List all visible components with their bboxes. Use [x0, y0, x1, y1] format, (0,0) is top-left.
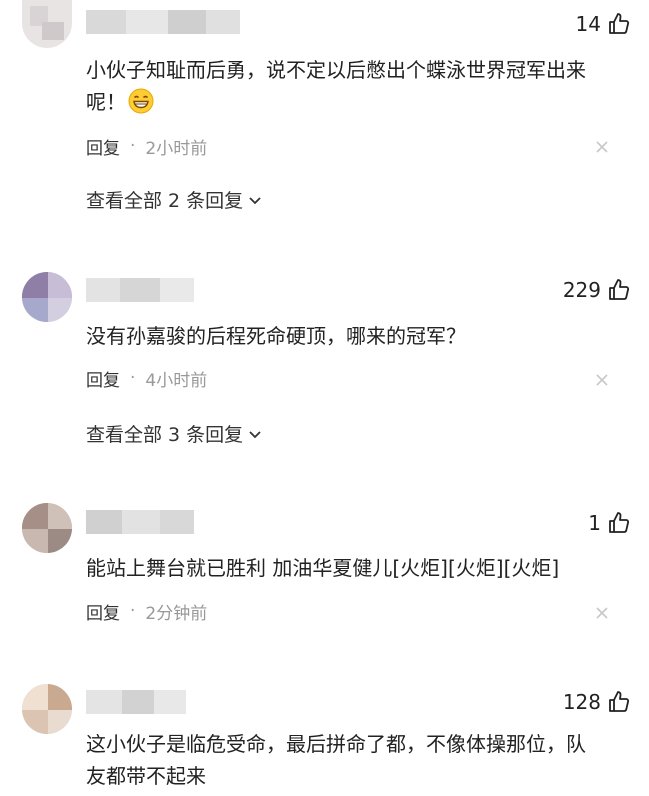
comment-text: 能站上舞台就已胜利 加油华夏健儿[火炬][火炬][火炬]: [86, 552, 626, 584]
comment-text: 没有孙嘉骏的后程死命硬顶，哪来的冠军？: [86, 320, 626, 352]
username[interactable]: [86, 510, 194, 534]
view-replies-label: 查看全部 3 条回复: [86, 424, 244, 446]
comment-actions: 回复 · 4小时前: [86, 366, 208, 391]
view-replies-label: 查看全部 2 条回复: [86, 190, 244, 212]
comment-text-line: 没有孙嘉骏的后程死命硬顶，哪来的冠军？: [86, 324, 466, 348]
close-icon[interactable]: [595, 373, 609, 387]
like-count: 1: [588, 511, 601, 535]
grinning-face-icon: [128, 88, 154, 114]
comment-text-line: 能站上舞台就已胜利 加油华夏健儿[火炬][火炬][火炬]: [86, 556, 560, 580]
thumbs-up-icon: [609, 279, 630, 300]
avatar[interactable]: [22, 0, 72, 48]
comment-actions: 回复 · 2小时前: [86, 134, 208, 159]
like-button[interactable]: 229: [563, 276, 631, 304]
close-icon[interactable]: [595, 606, 609, 620]
like-count: 128: [562, 690, 601, 714]
timestamp: 2小时前: [145, 138, 208, 159]
avatar[interactable]: [22, 684, 72, 734]
view-replies-button[interactable]: 查看全部 2 条回复: [86, 186, 263, 213]
separator-dot: ·: [130, 601, 136, 621]
comment-text-line: 小伙子知耻而后勇，说不定以后憋出个蝶泳世界冠军出来: [86, 58, 586, 82]
timestamp: 4小时前: [145, 370, 208, 391]
comment-text: 这小伙子是临危受命，最后拼命了都，不像体操那位，队 友都带不起来: [86, 728, 626, 792]
comment-text-line: 友都带不起来: [86, 764, 206, 788]
username[interactable]: [86, 690, 186, 714]
username[interactable]: [86, 278, 194, 302]
like-button[interactable]: 128: [563, 688, 631, 716]
reply-button[interactable]: 回复: [86, 366, 120, 391]
like-button[interactable]: 14: [576, 10, 631, 38]
like-button[interactable]: 1: [588, 509, 631, 537]
avatar[interactable]: [22, 503, 72, 553]
comment-actions: 回复 · 2分钟前: [86, 599, 208, 624]
reply-button[interactable]: 回复: [86, 134, 120, 159]
thumbs-up-icon: [609, 13, 630, 34]
like-count: 229: [562, 278, 601, 302]
chevron-down-icon: [249, 196, 261, 204]
comment-text-line: 这小伙子是临危受命，最后拼命了都，不像体操那位，队: [86, 732, 586, 756]
timestamp: 2分钟前: [145, 603, 208, 624]
like-count: 14: [575, 12, 601, 36]
thumbs-up-icon: [609, 691, 630, 712]
separator-dot: ·: [130, 136, 136, 156]
close-icon[interactable]: [595, 140, 609, 154]
comment-text-line: 呢！: [86, 86, 626, 118]
chevron-down-icon: [249, 430, 261, 438]
avatar[interactable]: [22, 272, 72, 322]
username[interactable]: [86, 10, 240, 34]
reply-button[interactable]: 回复: [86, 599, 120, 624]
comment-text: 小伙子知耻而后勇，说不定以后憋出个蝶泳世界冠军出来 呢！: [86, 54, 626, 118]
thumbs-up-icon: [609, 512, 630, 533]
view-replies-button[interactable]: 查看全部 3 条回复: [86, 420, 263, 447]
separator-dot: ·: [130, 368, 136, 388]
